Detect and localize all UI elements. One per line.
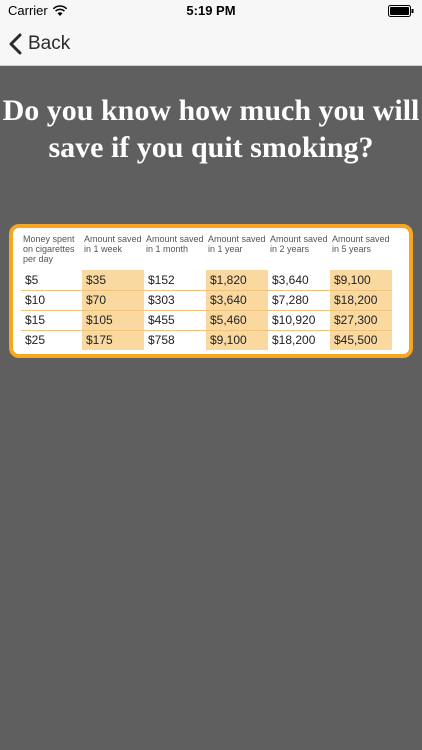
back-button[interactable]: Back [8,30,70,58]
table-row: $10 $70 $303 $3,640 $7,280 $18,200 [21,290,392,311]
table-cell: $18,200 [330,290,392,311]
table-cell: $25 [25,333,46,348]
table-cell: $10 [21,290,82,311]
table-cell: $9,100 [206,330,268,350]
header-money-spent: Money spent on cigarettes per day [23,234,75,264]
table-row: $5 $35 $152 $1,820 $3,640 $9,100 [21,270,392,291]
navigation-bar: Back [0,22,422,66]
header-5-years: Amount saved in 5 years [332,234,390,254]
page-title: Do you know how much you will save if yo… [2,94,420,164]
table-cell: $5,460 [206,310,268,331]
table-cell: $3,640 [268,270,330,291]
table-cell: $7,280 [268,290,330,311]
table-cell: $455 [144,310,206,331]
table-cell: $175 [82,330,144,350]
header-1-week: Amount saved in 1 week [84,234,142,254]
status-time: 5:19 PM [186,3,236,18]
back-label: Back [28,33,71,54]
table-cell: $303 [144,290,206,311]
table-row: $25 $175 $758 $9,100 $18,200 $45,500 [21,330,392,350]
table-cell: $9,100 [330,270,392,291]
table-cell: $27,300 [330,310,392,331]
table-cell: $1,820 [206,270,268,291]
table-cell: $15 [21,310,82,331]
table-cell: $5 [21,270,82,291]
status-bar: Carrier 5:19 PM [0,0,422,22]
header-2-years: Amount saved in 2 years [270,234,328,254]
battery-icon [388,5,414,17]
table-cell: $70 [82,290,144,311]
table-cell: $105 [82,310,144,331]
savings-table-card: Money spent on cigarettes per day Amount… [9,224,413,358]
table-cell: $152 [144,270,206,291]
savings-table: Money spent on cigarettes per day Amount… [21,232,392,350]
table-header-row: Money spent on cigarettes per day Amount… [21,232,392,270]
table-cell: $35 [82,270,144,291]
header-1-year: Amount saved in 1 year [208,234,266,254]
table-row: $15 $105 $455 $5,460 $10,920 $27,300 [21,310,392,331]
table-cell: $18,200 [272,333,316,348]
table-cell: $45,500 [330,330,392,350]
table-cell: $10,920 [268,310,330,331]
header-1-month: Amount saved in 1 month [146,234,204,254]
chevron-left-icon [9,33,22,55]
table-cell: $3,640 [206,290,268,311]
table-cell: $758 [148,333,175,348]
